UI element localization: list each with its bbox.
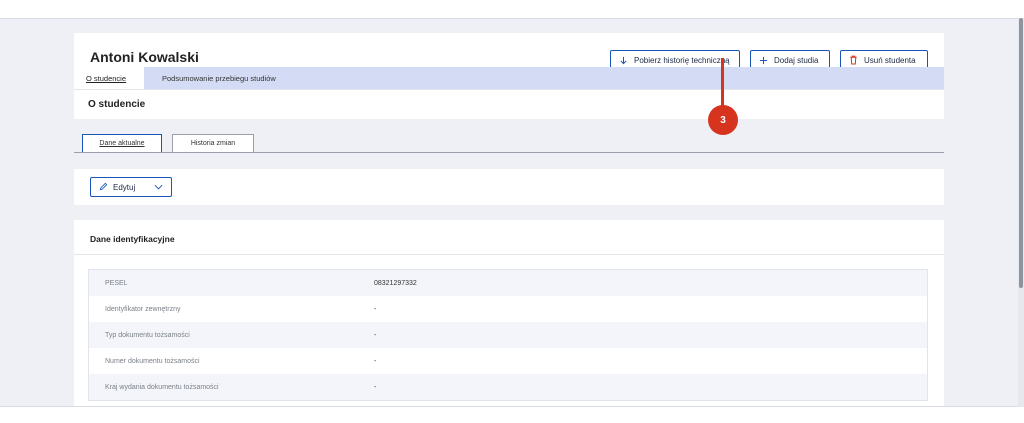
section-title: O studencie [88,99,146,110]
tab-current-data[interactable]: Dane aktualne [82,134,162,152]
trash-icon [849,55,858,65]
edit-label: Edytuj [113,182,136,192]
callout-badge: 3 [708,105,738,135]
delete-student-label: Usuń studenta [864,55,916,65]
scrollbar-thumb[interactable] [1019,18,1023,288]
row-value: - [374,331,377,339]
edit-dropdown-button[interactable]: Edytuj [90,177,172,197]
table-row: PESEL 08321297332 [89,270,927,296]
chevron-down-icon [154,184,163,190]
student-name: Antoni Kowalski [90,49,199,65]
plus-icon [759,56,768,65]
row-label: PESEL [105,279,128,287]
row-label: Identyfikator zewnętrzny [105,305,181,313]
table-row: Kraj wydania dokumentu tożsamości - [89,374,927,400]
table-row: Identyfikator zewnętrzny - [89,296,927,322]
identification-title: Dane identyfikacyjne [90,234,175,244]
table-row: Typ dokumentu tożsamości - [89,322,927,348]
data-subtabs: Dane aktualne Historia zmian [74,133,944,153]
row-value: - [374,383,377,391]
callout-pointer-line [721,58,724,108]
student-nav-tabs: O studencie Podsumowanie przebiegu studi… [74,67,944,89]
download-technical-history-label: Pobierz historię techniczną [634,55,730,65]
add-studies-label: Dodaj studia [774,55,819,65]
row-label: Numer dokumentu tożsamości [105,357,200,365]
identification-table: PESEL 08321297332 Identyfikator zewnętrz… [88,269,928,401]
row-value: - [374,357,377,365]
arrow-down-icon [619,56,628,65]
section-header: O studencie [74,89,944,119]
identification-section: Dane identyfikacyjne PESEL 08321297332 I… [74,220,944,406]
tab-change-history[interactable]: Historia zmian [172,134,254,152]
row-value: - [374,305,377,313]
tab-about-student[interactable]: O studencie [74,67,144,89]
row-value: 08321297332 [374,279,417,287]
pencil-icon [99,182,108,193]
divider [74,254,944,255]
row-label: Typ dokumentu tożsamości [105,331,190,339]
table-row: Numer dokumentu tożsamości - [89,348,927,374]
bottom-strip [0,407,1024,423]
app-area: Antoni Kowalski Pobierz historię technic… [0,18,1024,407]
tab-studies-summary[interactable]: Podsumowanie przebiegu studiów [150,67,288,89]
edit-toolbar: Edytuj [74,169,944,205]
row-label: Kraj wydania dokumentu tożsamości [105,383,219,391]
